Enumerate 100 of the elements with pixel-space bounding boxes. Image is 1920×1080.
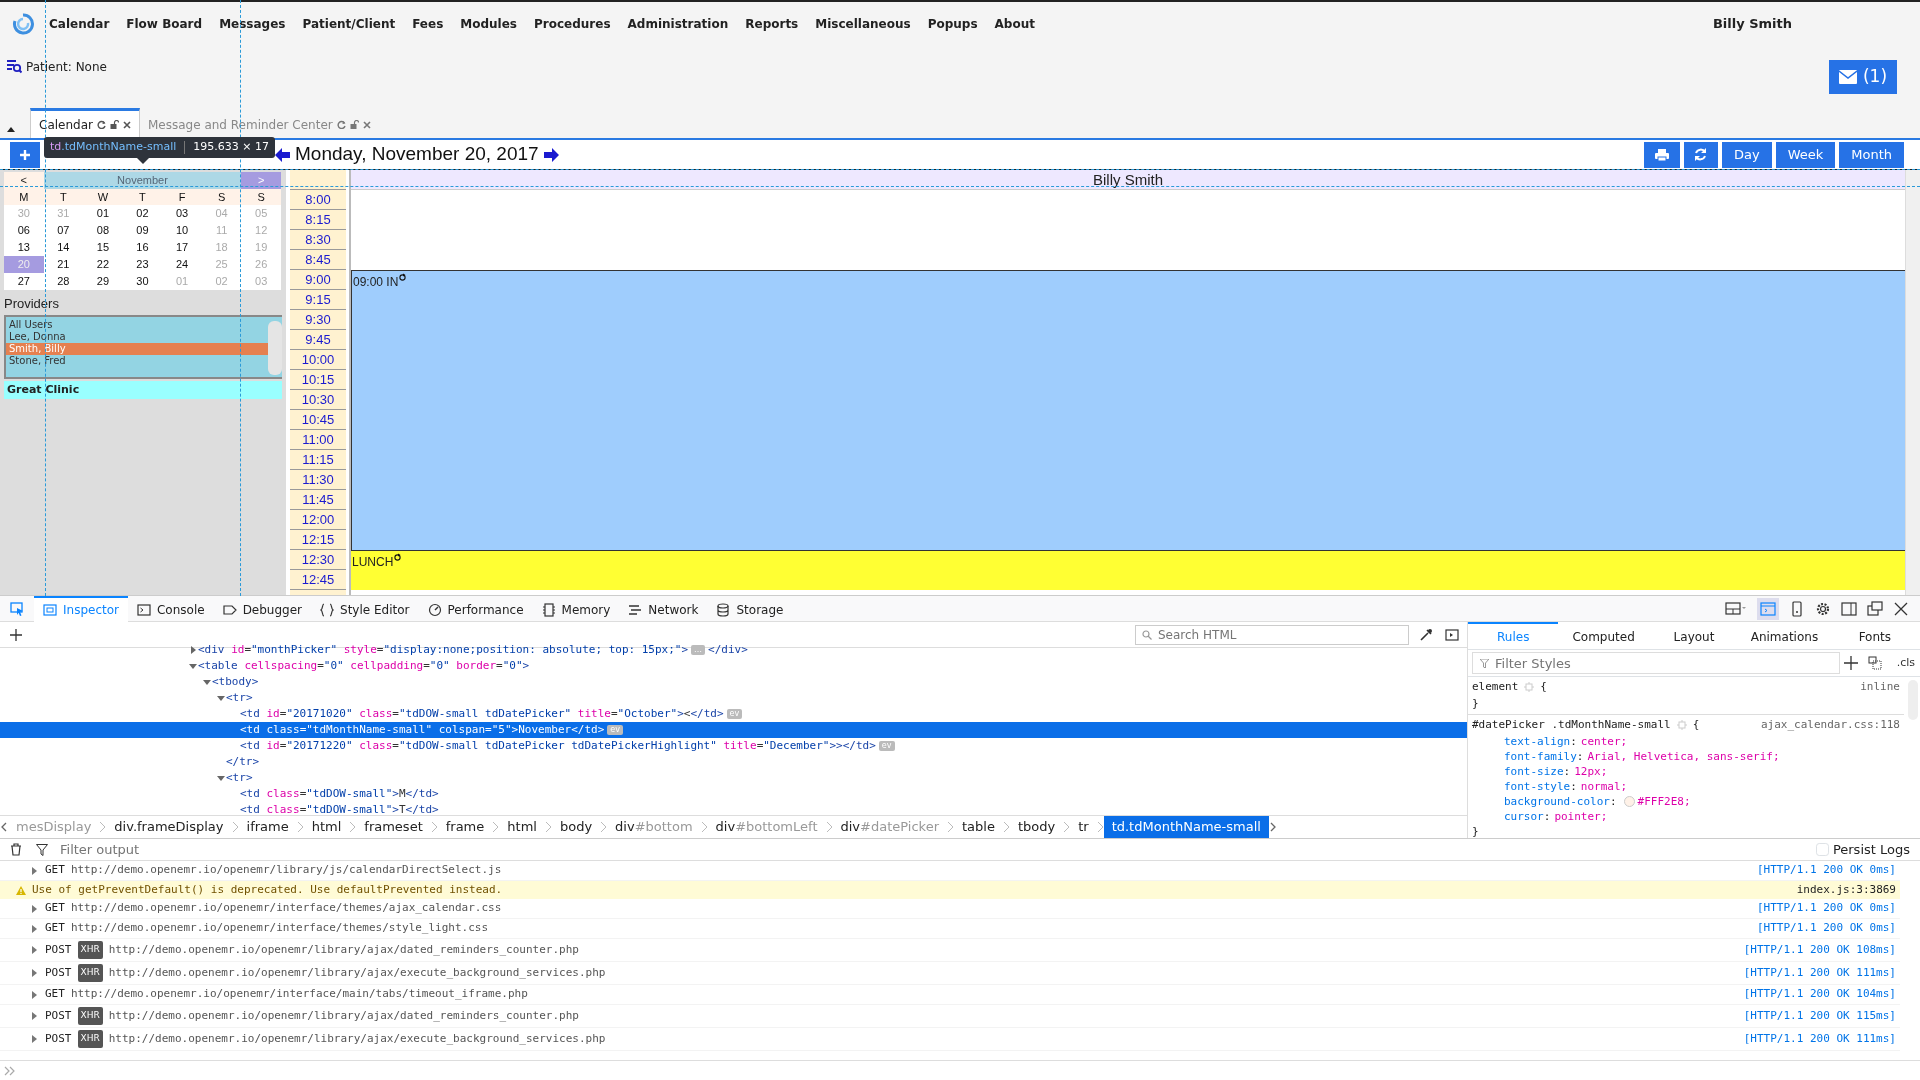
scroll-left-icon[interactable]: [0, 822, 8, 832]
calendar-day[interactable]: 01: [83, 205, 123, 222]
expand-icon[interactable]: [29, 1011, 39, 1021]
lunch-block[interactable]: LUNCH: [351, 550, 1905, 590]
breadcrumb[interactable]: table: [954, 816, 1003, 838]
request-url[interactable]: http://demo.openemr.io/openemr/interface/themes/style_light.css: [70, 920, 489, 937]
add-rule-icon[interactable]: [1843, 656, 1858, 670]
sidebar-tab[interactable]: Computed: [1558, 622, 1649, 649]
time-label[interactable]: 9:00: [305, 272, 331, 287]
refresh-icon[interactable]: [336, 120, 346, 129]
calendar-day[interactable]: 06: [4, 222, 44, 239]
expand-icon[interactable]: [29, 903, 39, 914]
split-console-icon[interactable]: [1757, 597, 1779, 620]
menu-item[interactable]: Popups: [920, 15, 985, 33]
time-label[interactable]: 11:00: [302, 432, 334, 447]
tree-row[interactable]: <tr>: [0, 770, 1467, 786]
request-url[interactable]: http://demo.openemr.io/openemr/library/js/calendarDirectSelect.js: [70, 862, 502, 879]
property-value[interactable]: 12px;: [1574, 763, 1608, 779]
property-value[interactable]: #FFF2E8;: [1637, 793, 1691, 809]
expander-icon[interactable]: [188, 645, 198, 655]
time-label[interactable]: 9:15: [305, 292, 331, 307]
phone-icon[interactable]: [1789, 600, 1805, 617]
calendar-day[interactable]: 24: [162, 256, 202, 273]
property-name[interactable]: font-family: [1504, 748, 1577, 764]
request-url[interactable]: http://demo.openemr.io/openemr/interface/main/tabs/timeout_iframe.php: [70, 986, 528, 1003]
breadcrumb[interactable]: tbody: [1009, 816, 1064, 838]
messages-button[interactable]: (1): [1829, 60, 1897, 94]
breadcrumb[interactable]: frameset: [356, 816, 431, 838]
menu-item[interactable]: Procedures: [527, 15, 618, 33]
provider-option[interactable]: Lee, Donna: [6, 330, 268, 343]
color-swatch[interactable]: [1623, 795, 1635, 807]
status-link[interactable]: [HTTP/1.1 200 OK 0ms]: [1756, 862, 1896, 879]
rule-source-link[interactable]: ajax_calendar.css:118: [1760, 717, 1900, 734]
breadcrumb[interactable]: div#bottom: [607, 816, 701, 838]
breadcrumb[interactable]: tr: [1070, 816, 1097, 838]
print-button[interactable]: [1643, 141, 1680, 168]
time-label[interactable]: 8:45: [305, 252, 331, 267]
close-icon[interactable]: [122, 120, 131, 129]
calendar-day[interactable]: 15: [83, 239, 123, 256]
devtools-tab[interactable]: Style Editor: [311, 595, 419, 622]
calendar-day[interactable]: 03: [162, 205, 202, 222]
tree-row[interactable]: <tbody>: [0, 674, 1467, 690]
devtools-tab[interactable]: Storage: [707, 595, 793, 622]
appointment-block[interactable]: 09:00 IN: [351, 270, 1905, 550]
request-url[interactable]: http://demo.openemr.io/openemr/library/ajax/dated_reminders_counter.php: [108, 1007, 579, 1025]
breadcrumb[interactable]: td.tdMonthName-small: [1103, 816, 1269, 838]
previous-month-link[interactable]: <: [4, 172, 44, 189]
status-link[interactable]: [HTTP/1.1 200 OK 111ms]: [1743, 1030, 1896, 1048]
calendar-day[interactable]: 10: [162, 222, 202, 239]
devtools-tab[interactable]: Performance: [418, 595, 533, 622]
sidebar-tab[interactable]: Fonts: [1829, 622, 1920, 649]
view-button[interactable]: Month: [1839, 141, 1904, 168]
devtools-tab[interactable]: Memory: [532, 595, 620, 622]
calendar-day[interactable]: 14: [43, 239, 84, 256]
calendar-day[interactable]: 16: [122, 239, 163, 256]
property-value[interactable]: pointer;: [1554, 808, 1608, 824]
tree-row[interactable]: <td class="tdDOW-small">T</td>: [0, 802, 1467, 815]
menu-item[interactable]: About: [987, 15, 1042, 33]
breadcrumb[interactable]: div.frameDisplay: [106, 816, 232, 838]
sidebar-icon[interactable]: [1841, 600, 1857, 617]
rule-selector[interactable]: element: [1472, 679, 1519, 696]
add-node-icon[interactable]: [10, 628, 22, 641]
pane-toggle-icon[interactable]: [1445, 627, 1459, 642]
sidebar-tab[interactable]: Rules: [1468, 622, 1559, 649]
request-url[interactable]: http://demo.openemr.io/openemr/library/ajax/execute_background_services.php: [108, 1030, 606, 1048]
layout-icon[interactable]: [1725, 600, 1747, 617]
time-label[interactable]: 10:45: [301, 412, 335, 427]
status-link[interactable]: [HTTP/1.1 200 OK 0ms]: [1756, 900, 1896, 917]
time-label[interactable]: 12:30: [301, 552, 335, 567]
calendar-day[interactable]: 30: [122, 273, 163, 290]
status-link[interactable]: [HTTP/1.1 200 OK 108ms]: [1743, 941, 1896, 959]
menu-item[interactable]: Messages: [212, 15, 293, 33]
tree-row[interactable]: <tr>: [0, 690, 1467, 706]
search-field[interactable]: Search HTML: [1135, 624, 1409, 645]
close-icon[interactable]: [1893, 600, 1909, 617]
menu-item[interactable]: Administration: [620, 15, 736, 33]
calendar-day[interactable]: 08: [83, 222, 123, 239]
scrollbar[interactable]: [1905, 170, 1920, 595]
time-label[interactable]: 9:30: [305, 312, 331, 327]
time-label[interactable]: 9:45: [305, 332, 331, 347]
rule-selector[interactable]: #datePicker .tdMonthName-small: [1472, 717, 1671, 734]
time-label[interactable]: 10:00: [301, 352, 335, 367]
breadcrumb[interactable]: div#datePicker: [832, 816, 947, 838]
menu-item[interactable]: Modules: [453, 15, 524, 33]
menu-item[interactable]: Calendar: [42, 15, 117, 33]
menu-item[interactable]: Fees: [405, 15, 451, 33]
property-name[interactable]: font-style: [1504, 778, 1571, 794]
filter-styles-field[interactable]: Filter Styles: [1472, 652, 1840, 674]
expand-icon[interactable]: [29, 865, 39, 876]
time-label[interactable]: 8:15: [305, 212, 331, 227]
trash-icon[interactable]: [10, 843, 22, 856]
class-toggle-button[interactable]: .cls: [1891, 651, 1920, 675]
devtools-tab[interactable]: Console: [128, 595, 214, 622]
expander-icon[interactable]: [216, 693, 226, 703]
sidebar-tab[interactable]: Animations: [1739, 622, 1830, 649]
property-name[interactable]: background-color: [1504, 793, 1610, 809]
provider-option[interactable]: All Users: [6, 318, 268, 331]
expand-icon[interactable]: [29, 968, 39, 978]
filter-output-field[interactable]: Filter output: [56, 839, 456, 860]
time-label[interactable]: 11:30: [302, 472, 334, 487]
